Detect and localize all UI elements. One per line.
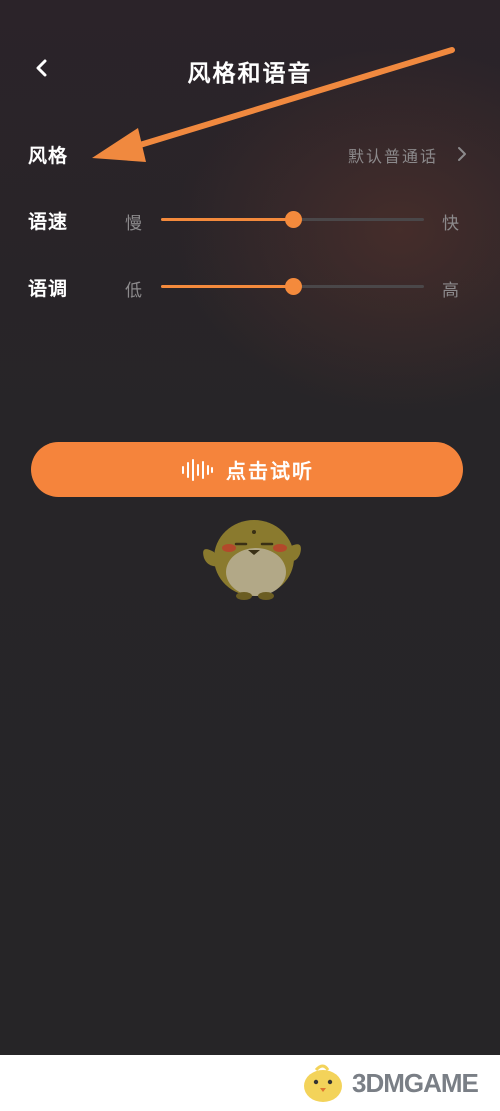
speed-min-label: 慢 (125, 214, 142, 234)
style-value: 默认普通话 (347, 147, 438, 166)
watermark: 3DMGAME (300, 1055, 500, 1111)
listen-preview-button[interactable]: 点击试听 (31, 442, 463, 497)
pitch-label: 语调 (28, 278, 69, 300)
watermark-text: 3DMGAME (352, 1067, 479, 1098)
pitch-max-label: 高 (442, 281, 459, 301)
sound-wave-icon (180, 458, 214, 481)
page-title: 风格和语音 (187, 61, 313, 87)
voice-style-screen: 风格和语音 风格 默认普通话 语速 慢 快 语调 低 高 点击试听 (0, 0, 500, 1055)
pitch-slider[interactable] (161, 278, 424, 295)
pitch-slider-thumb[interactable] (284, 278, 302, 295)
speed-label: 语速 (28, 211, 69, 233)
speed-slider-fill (161, 218, 293, 221)
speed-setting-row: 语速 慢 快 (0, 198, 500, 242)
speed-max-label: 快 (442, 214, 459, 234)
speed-slider[interactable] (161, 211, 424, 228)
chick-mascot-icon (203, 520, 301, 600)
style-setting-row[interactable]: 风格 默认普通话 (0, 132, 500, 176)
header: 风格和语音 (0, 40, 500, 96)
pitch-min-label: 低 (125, 281, 142, 301)
chick-logo-icon (304, 1064, 342, 1102)
speed-slider-thumb[interactable] (284, 211, 302, 228)
pitch-slider-fill (161, 285, 293, 288)
listen-button-label: 点击试听 (226, 459, 314, 483)
pitch-setting-row: 语调 低 高 (0, 265, 500, 309)
chevron-right-icon (458, 147, 466, 161)
style-label: 风格 (28, 145, 69, 167)
